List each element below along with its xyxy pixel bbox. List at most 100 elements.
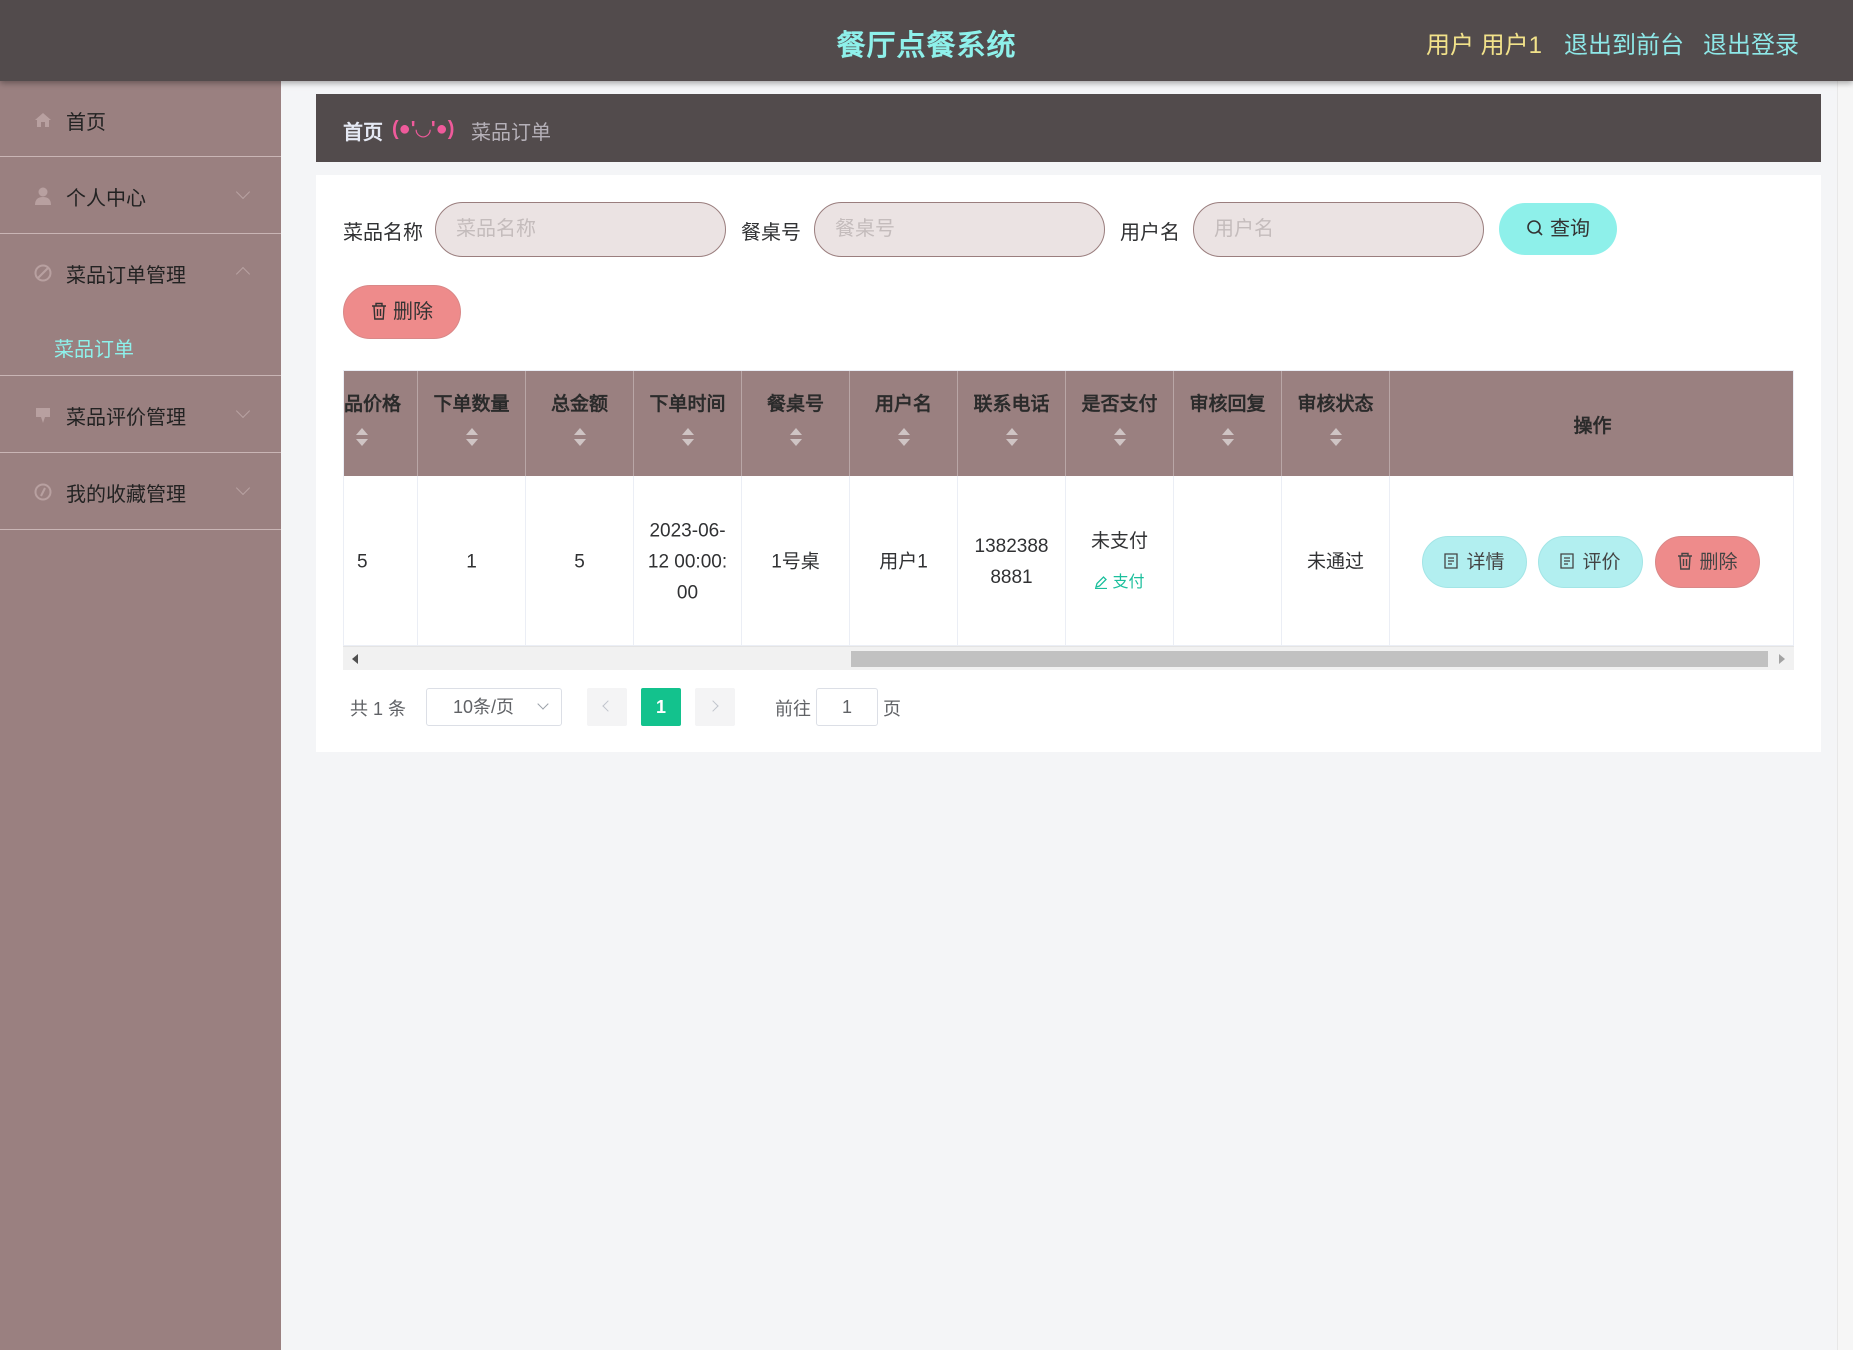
table-cell-review-reply <box>1174 476 1282 645</box>
table-cell-actions: 详情 评价 删除 <box>1390 476 1793 645</box>
table-cell-order-time: 2023-06-12 00:00:00 <box>634 476 742 645</box>
batch-delete-label: 删除 <box>393 301 433 323</box>
table-cell-username: 用户1 <box>850 476 958 645</box>
column-header-table-number[interactable]: 餐桌号 <box>742 371 850 476</box>
username-label: 用户名 <box>1120 222 1180 244</box>
user-icon <box>35 187 51 205</box>
page-suffix-label: 页 <box>883 699 901 719</box>
top-header: 餐厅点餐系统 用户 用户1 退出到前台 退出登录 <box>0 0 1853 81</box>
sidebar-item-personal-center[interactable]: 个人中心 <box>0 157 281 234</box>
orders-table: 品价格 下单数量 总金额 下单时间 餐桌号 用户名 联系电话 是否支付 审核回复… <box>343 370 1794 646</box>
sort-icon[interactable] <box>897 428 911 448</box>
goto-page-input[interactable] <box>816 688 878 726</box>
column-header-price[interactable]: 品价格 <box>344 371 418 476</box>
dish-name-input[interactable] <box>435 202 726 257</box>
pay-button[interactable]: 支付 <box>1076 567 1163 598</box>
chevron-down-icon <box>537 698 549 710</box>
column-header-review-status[interactable]: 审核状态 <box>1282 371 1390 476</box>
comment-icon <box>36 408 50 423</box>
sort-icon[interactable] <box>355 428 369 448</box>
column-header-actions: 操作 <box>1390 371 1793 476</box>
chevron-down-icon <box>235 480 251 496</box>
sidebar-item-home[interactable]: 首页 <box>0 81 281 157</box>
current-user-label: 用户 用户1 <box>1426 32 1543 59</box>
document-icon <box>1560 553 1575 570</box>
sort-icon[interactable] <box>1113 428 1127 448</box>
table-horizontal-scrollbar[interactable] <box>343 646 1794 670</box>
page-size-select[interactable]: 10条/页 <box>426 688 562 726</box>
column-header-review-reply[interactable]: 审核回复 <box>1174 371 1282 476</box>
sort-icon[interactable] <box>1221 428 1235 448</box>
chevron-down-icon <box>235 403 251 419</box>
trash-icon <box>1678 553 1693 571</box>
sidebar: 首页 个人中心 菜品订单管理 菜品订单 菜品评价管理 我的收藏管理 <box>0 81 281 1350</box>
username-input[interactable] <box>1193 202 1484 257</box>
sidebar-item-label: 我的收藏管理 <box>66 484 186 506</box>
edit-icon <box>1095 576 1108 590</box>
sidebar-item-label: 首页 <box>66 112 106 134</box>
chevron-up-icon <box>235 266 251 282</box>
pay-status-text: 未支付 <box>1090 530 1148 552</box>
search-button[interactable]: 查询 <box>1499 203 1617 255</box>
breadcrumb-home[interactable]: 首页 <box>343 116 383 145</box>
table-cell-quantity: 1 <box>418 476 526 645</box>
pagination-total: 共 1 条 <box>350 699 407 719</box>
breadcrumb-current: 菜品订单 <box>471 122 551 144</box>
sort-icon[interactable] <box>681 428 695 448</box>
breadcrumb-separator: (●'◡'●) <box>392 118 455 140</box>
column-header-phone[interactable]: 联系电话 <box>958 371 1066 476</box>
chevron-right-icon <box>707 700 719 712</box>
breadcrumb: 首页 (●'◡'●) 菜品订单 <box>316 94 1821 162</box>
table-cell-review-status: 未通过 <box>1282 476 1390 645</box>
rate-button[interactable]: 评价 <box>1538 536 1643 588</box>
sort-icon[interactable] <box>1329 428 1343 448</box>
sidebar-item-favorites-management[interactable]: 我的收藏管理 <box>0 453 281 530</box>
next-page-button[interactable] <box>695 688 735 726</box>
dish-name-label: 菜品名称 <box>343 222 423 244</box>
goto-label: 前往 <box>775 699 811 719</box>
table-cell-total: 5 <box>526 476 634 645</box>
page-vertical-scrollbar[interactable] <box>1837 81 1853 1350</box>
column-header-order-time[interactable]: 下单时间 <box>634 371 742 476</box>
table-cell-price: 5 <box>344 476 418 645</box>
main-content-card: 菜品名称 餐桌号 用户名 查询 删除 品价格 下单数量 总金额 下单时间 餐桌号… <box>316 175 1821 752</box>
table-cell-table-number: 1号桌 <box>742 476 850 645</box>
column-header-total[interactable]: 总金额 <box>526 371 634 476</box>
exit-to-front-link[interactable]: 退出到前台 <box>1564 25 1684 60</box>
sidebar-subitem-dish-orders[interactable]: 菜品订单 <box>0 311 281 376</box>
page-number-button[interactable]: 1 <box>641 688 681 726</box>
sidebar-item-label: 菜品评价管理 <box>66 407 186 429</box>
prev-page-button[interactable] <box>587 688 627 726</box>
sort-icon[interactable] <box>465 428 479 448</box>
search-icon <box>1527 220 1543 236</box>
table-number-label: 餐桌号 <box>741 222 801 244</box>
search-button-label: 查询 <box>1550 218 1590 240</box>
column-header-username[interactable]: 用户名 <box>850 371 958 476</box>
detail-button[interactable]: 详情 <box>1422 536 1527 588</box>
scroll-left-arrow-icon[interactable] <box>352 654 358 664</box>
trash-icon <box>372 303 386 320</box>
order-icon <box>34 264 52 282</box>
sidebar-item-order-management[interactable]: 菜品订单管理 <box>0 234 281 311</box>
sort-icon[interactable] <box>789 428 803 448</box>
sidebar-subitem-label: 菜品订单 <box>54 339 134 361</box>
chevron-down-icon <box>235 184 251 200</box>
column-header-quantity[interactable]: 下单数量 <box>418 371 526 476</box>
column-header-paid[interactable]: 是否支付 <box>1066 371 1174 476</box>
sidebar-item-label: 个人中心 <box>66 188 146 210</box>
favorite-icon <box>34 483 52 501</box>
document-icon <box>1444 553 1459 570</box>
table-number-input[interactable] <box>814 202 1105 257</box>
sidebar-item-review-management[interactable]: 菜品评价管理 <box>0 376 281 453</box>
row-delete-button[interactable]: 删除 <box>1655 536 1760 588</box>
table-cell-paid: 未支付 支付 <box>1066 476 1174 645</box>
sort-icon[interactable] <box>573 428 587 448</box>
home-icon <box>35 113 51 127</box>
sort-icon[interactable] <box>1005 428 1019 448</box>
table-cell-phone: 13823888881 <box>958 476 1066 645</box>
scroll-right-arrow-icon[interactable] <box>1779 654 1785 664</box>
scrollbar-thumb[interactable] <box>851 651 1768 667</box>
logout-link[interactable]: 退出登录 <box>1703 25 1799 60</box>
sidebar-item-label: 菜品订单管理 <box>66 265 186 287</box>
batch-delete-button[interactable]: 删除 <box>343 285 461 339</box>
